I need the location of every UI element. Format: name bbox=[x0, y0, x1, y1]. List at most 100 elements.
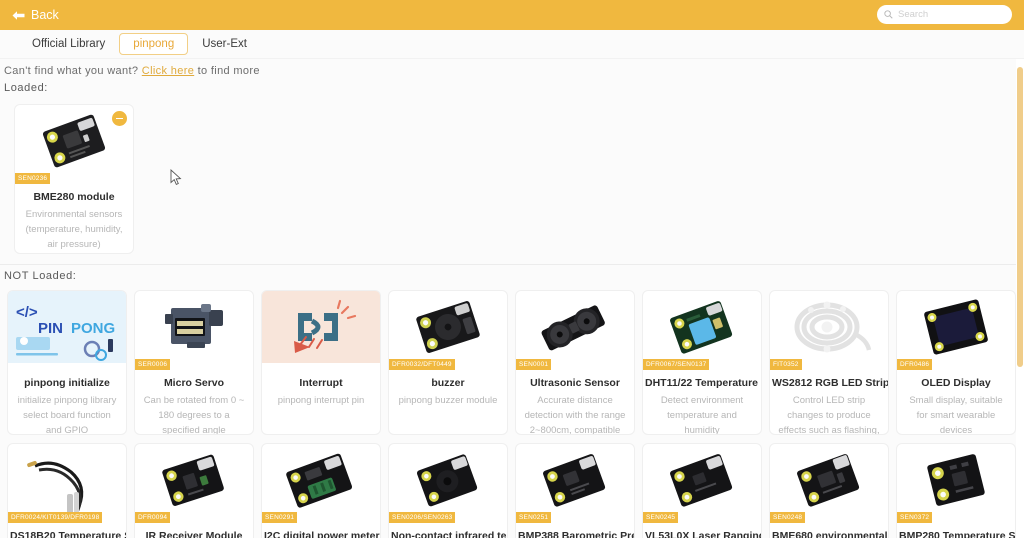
search-icon bbox=[884, 10, 893, 19]
card-description: Can be rotated from 0 ~ 180 degrees to a… bbox=[143, 395, 245, 435]
library-card[interactable]: SER0006 Micro Servo Can be rotated from … bbox=[134, 290, 254, 435]
library-card[interactable]: SEN0251 BMP388 Barometric Pressure Senso… bbox=[515, 443, 635, 538]
tab-pinpong[interactable]: pinpong bbox=[119, 33, 189, 55]
card-description: pinpong interrupt pin bbox=[277, 395, 365, 406]
library-card[interactable]: SEN0372 BMP280 Temperature Sensor BMP280… bbox=[896, 443, 1016, 538]
card-badge: SEN0372 bbox=[897, 512, 933, 523]
ir-receiver-icon bbox=[162, 454, 224, 506]
ir-temp-sensor-icon bbox=[416, 454, 478, 507]
card-badge: DFR0032/DFT0449 bbox=[389, 359, 455, 370]
card-title: BME280 module bbox=[33, 191, 115, 203]
scrollbar-track[interactable] bbox=[1016, 59, 1024, 538]
card-title: buzzer bbox=[431, 377, 465, 389]
hint-suffix: to find more bbox=[194, 65, 260, 77]
card-title: DHT11/22 Temperature and humidity sensor bbox=[645, 377, 761, 389]
card-thumbnail bbox=[643, 444, 761, 516]
card-badge: DFR0486 bbox=[897, 359, 933, 370]
tab-official-library[interactable]: Official Library bbox=[18, 33, 119, 55]
minus-circle-icon[interactable] bbox=[112, 111, 127, 126]
card-thumbnail bbox=[770, 444, 888, 516]
card-badge: SEN0236 bbox=[15, 173, 51, 184]
tab-user-ext[interactable]: User-Ext bbox=[188, 33, 261, 55]
card-thumbnail bbox=[897, 444, 1015, 516]
bmp388-board-icon bbox=[543, 454, 606, 507]
card-thumbnail bbox=[8, 444, 126, 516]
card-thumbnail bbox=[135, 291, 253, 363]
bme680-board-icon bbox=[797, 454, 860, 507]
buzzer-board-icon bbox=[416, 301, 480, 353]
card-badge: SEN0248 bbox=[770, 512, 806, 523]
card-thumbnail bbox=[262, 291, 380, 363]
card-thumbnail bbox=[516, 291, 634, 363]
card-description: Accurate distance detection with the ran… bbox=[524, 395, 626, 435]
card-thumbnail bbox=[643, 291, 761, 363]
library-card[interactable]: DFR0094 IR Receiver Module Receive stand… bbox=[134, 443, 254, 538]
card-description: Environmental sensors (temperature, humi… bbox=[25, 209, 123, 250]
card-thumbnail bbox=[770, 291, 888, 363]
svg-text:PONG: PONG bbox=[71, 320, 115, 337]
library-tabs: Official Library pinpong User-Ext bbox=[0, 30, 1024, 59]
card-title: I2C digital power meter bbox=[264, 530, 380, 538]
click-here-link[interactable]: Click here bbox=[142, 65, 194, 77]
library-scroll-area[interactable]: Can't find what you want? Click here to … bbox=[0, 59, 1024, 538]
loaded-label: Loaded: bbox=[0, 77, 1024, 98]
loaded-section: Loaded: SEN0236 BME280 module Environmen… bbox=[0, 77, 1024, 264]
card-badge: SEN0001 bbox=[516, 359, 552, 370]
card-description: Control LED strip changes to produce eff… bbox=[778, 395, 880, 435]
card-badge: SEN0291 bbox=[262, 512, 298, 523]
library-card[interactable]: SEN0248 BME680 environmental sensor VOC … bbox=[769, 443, 889, 538]
card-thumbnail: </> PIN PONG bbox=[8, 291, 126, 363]
card-badge: SER0006 bbox=[135, 359, 171, 370]
svg-text:PIN: PIN bbox=[38, 320, 63, 337]
library-card[interactable]: DFR0024/KIT0139/DFR0198 DS18B20 Temperat… bbox=[7, 443, 127, 538]
library-card[interactable]: SEN0291 I2C digital power meter High pre… bbox=[261, 443, 381, 538]
card-title: IR Receiver Module bbox=[145, 530, 243, 538]
scrollbar-thumb[interactable] bbox=[1017, 67, 1023, 367]
svg-text:</>: </> bbox=[16, 304, 38, 321]
library-card[interactable]: FIT0352 WS2812 RGB LED Strip Control LED… bbox=[769, 290, 889, 435]
led-strip-icon bbox=[794, 301, 872, 353]
bmp280-board-icon bbox=[927, 454, 985, 506]
card-badge: DFR0024/KIT0139/DFR0198 bbox=[8, 512, 103, 523]
search-input[interactable] bbox=[898, 9, 1005, 20]
search-box[interactable] bbox=[877, 5, 1012, 24]
arrow-left-icon bbox=[12, 10, 25, 21]
dht-sensor-icon bbox=[670, 301, 733, 354]
bme280-board-icon bbox=[42, 114, 106, 168]
card-badge: FIT0352 bbox=[770, 359, 802, 370]
card-thumbnail bbox=[262, 444, 380, 516]
not-loaded-section: NOT Loaded: </> PIN PONG pinpong initial… bbox=[0, 265, 1024, 538]
card-badge: DFR0067/SEN0137 bbox=[643, 359, 710, 370]
library-card[interactable]: DFR0486 OLED Display Small display, suit… bbox=[896, 290, 1016, 435]
oled-display-icon bbox=[924, 299, 988, 355]
card-description: initialize pinpong library select board … bbox=[17, 395, 117, 435]
loaded-card-grid: SEN0236 BME280 module Environmental sens… bbox=[0, 98, 1024, 262]
library-card[interactable]: SEN0236 BME280 module Environmental sens… bbox=[14, 104, 134, 254]
library-card[interactable]: DFR0067/SEN0137 DHT11/22 Temperature and… bbox=[642, 290, 762, 435]
card-badge: SEN0206/SEN0263 bbox=[389, 512, 456, 523]
card-badge: SEN0245 bbox=[643, 512, 679, 523]
vl53l0x-board-icon bbox=[670, 454, 733, 507]
library-card[interactable]: SEN0245 VL53L0X Laser Ranging Sensor Use… bbox=[642, 443, 762, 538]
back-button[interactable]: Back bbox=[12, 8, 59, 22]
library-card[interactable]: </> PIN PONG pinpong initialize initiali… bbox=[7, 290, 127, 435]
library-card[interactable]: SEN0001 Ultrasonic Sensor Accurate dista… bbox=[515, 290, 635, 435]
card-description: Detect environment temperature and humid… bbox=[660, 395, 744, 435]
ds18b20-probe-icon bbox=[27, 460, 84, 514]
library-card[interactable]: Interrupt pinpong interrupt pin bbox=[261, 290, 381, 435]
find-more-hint: Can't find what you want? Click here to … bbox=[0, 59, 1024, 77]
not-loaded-card-grid: </> PIN PONG pinpong initialize initiali… bbox=[0, 286, 1024, 538]
card-title: Micro Servo bbox=[163, 377, 225, 389]
card-badge: SEN0251 bbox=[516, 512, 552, 523]
card-thumbnail bbox=[389, 444, 507, 516]
card-title: VL53L0X Laser Ranging Sensor bbox=[645, 530, 761, 538]
library-card[interactable]: DFR0032/DFT0449 buzzer pinpong buzzer mo… bbox=[388, 290, 508, 435]
back-label: Back bbox=[31, 8, 59, 22]
card-thumbnail bbox=[389, 291, 507, 363]
card-description: pinpong buzzer module bbox=[398, 395, 498, 406]
library-card[interactable]: SEN0206/SEN0263 Non-contact infrared tem… bbox=[388, 443, 508, 538]
micro-servo-icon bbox=[165, 304, 223, 348]
not-loaded-label: NOT Loaded: bbox=[0, 265, 1024, 286]
card-title: DS18B20 Temperature Sensor bbox=[10, 530, 126, 538]
card-thumbnail bbox=[135, 444, 253, 516]
